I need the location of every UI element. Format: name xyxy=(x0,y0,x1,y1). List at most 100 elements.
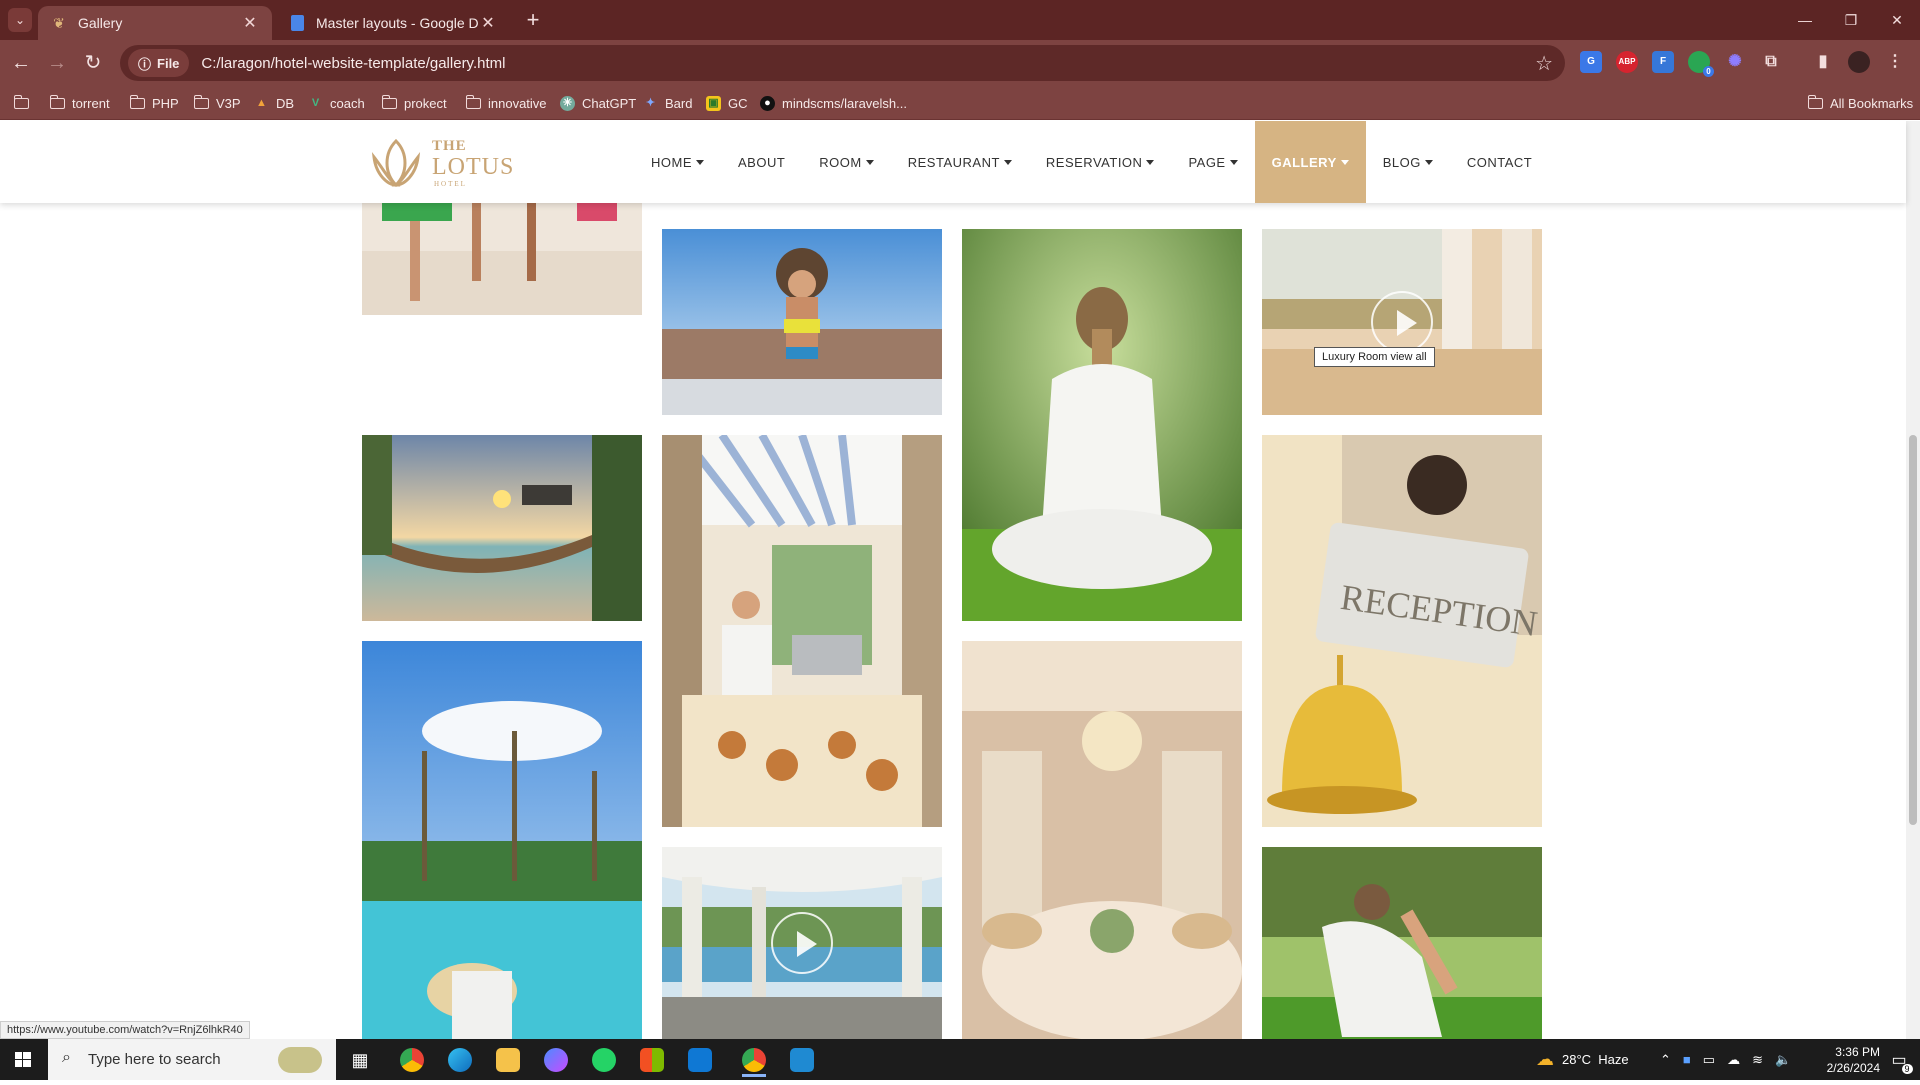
gallery-image-yoga-meditation[interactable] xyxy=(962,229,1242,621)
nav-page[interactable]: PAGE xyxy=(1171,121,1254,203)
scrollbar-thumb[interactable] xyxy=(1909,435,1917,825)
new-tab-button[interactable]: + xyxy=(520,8,546,34)
store-app[interactable] xyxy=(632,1043,672,1077)
bookmark-php[interactable]: PHP xyxy=(129,92,179,114)
bookmark-gc[interactable]: ▣ GC xyxy=(706,92,748,114)
close-tab-icon[interactable]: ✕ xyxy=(240,13,260,33)
logo-name: LOTUS xyxy=(432,154,515,180)
bookmark-db[interactable]: ▲ DB xyxy=(254,92,294,114)
app-tray-icon[interactable]: ▭ xyxy=(1703,1052,1715,1068)
caret-down-icon xyxy=(1229,159,1238,165)
caret-down-icon xyxy=(865,159,874,165)
apps-folder-icon[interactable] xyxy=(13,92,29,114)
task-view-button[interactable]: ▦ xyxy=(340,1043,380,1077)
folder-icon xyxy=(465,94,481,109)
extension-icon[interactable]: F xyxy=(1652,51,1674,73)
forward-button[interactable]: → xyxy=(42,48,72,78)
github-icon: ● xyxy=(760,95,775,111)
nav-room[interactable]: ROOM xyxy=(802,121,890,203)
search-placeholder: Type here to search xyxy=(88,1051,221,1068)
nav-reservation[interactable]: RESERVATION xyxy=(1029,121,1172,203)
whatsapp-icon xyxy=(592,1048,616,1072)
weather-widget[interactable]: ☁ 28°C Haze xyxy=(1536,1039,1629,1080)
bookmark-torrent[interactable]: torrent xyxy=(49,92,110,114)
gallery-image-chef-buffet[interactable] xyxy=(662,435,942,827)
nav-contact[interactable]: CONTACT xyxy=(1450,121,1549,203)
nav-blog[interactable]: BLOG xyxy=(1366,121,1450,203)
nav-label: CONTACT xyxy=(1466,154,1533,170)
all-bookmarks[interactable]: All Bookmarks xyxy=(1807,92,1913,114)
onedrive-icon[interactable]: ☁ xyxy=(1727,1052,1740,1068)
reload-button[interactable]: ↻ xyxy=(78,48,108,78)
clock[interactable]: 3:36 PM 2/26/2024 xyxy=(1826,1039,1880,1080)
lotus-favicon-icon: ❦ xyxy=(53,14,65,31)
gallery-image-banquet-hall[interactable] xyxy=(962,641,1242,1039)
mail-app[interactable] xyxy=(680,1043,720,1077)
close-tab-icon[interactable]: ✕ xyxy=(478,13,498,33)
translate-extension-icon[interactable]: G xyxy=(1580,51,1602,73)
gallery-image-hammock[interactable] xyxy=(362,435,642,621)
bookmark-chatgpt[interactable]: ✳ ChatGPT xyxy=(560,92,636,114)
nav-gallery[interactable]: GALLERY xyxy=(1254,121,1366,203)
gallery-image-gazebo-video[interactable] xyxy=(662,847,942,1039)
nav-home[interactable]: HOME xyxy=(634,121,721,203)
profile-avatar[interactable] xyxy=(1848,51,1870,73)
caret-down-icon xyxy=(696,159,704,165)
gallery-image-resort-pool[interactable] xyxy=(362,641,642,1039)
tab-gallery[interactable]: ❦ Gallery ✕ xyxy=(38,6,272,40)
minimize-button[interactable]: — xyxy=(1782,0,1828,40)
adblock-extension-icon[interactable]: ABP xyxy=(1616,51,1638,73)
file-explorer-app[interactable] xyxy=(488,1043,528,1077)
nav-restaurant[interactable]: RESTAURANT xyxy=(891,121,1029,203)
side-panel-icon[interactable]: ▮ xyxy=(1812,51,1834,73)
extensions-puzzle-icon[interactable]: ⧉ xyxy=(1760,51,1782,73)
bookmark-star-icon[interactable]: ☆ xyxy=(1535,51,1553,76)
bookmark-v3p[interactable]: V3P xyxy=(193,92,241,114)
bookmark-mindscms[interactable]: ● mindscms/laravelsh... xyxy=(760,92,907,114)
volume-icon[interactable]: 🔈 xyxy=(1775,1052,1791,1068)
bookmark-innovative[interactable]: innovative xyxy=(465,92,547,114)
tab-google-docs[interactable]: Master layouts - Google Docs ✕ xyxy=(276,6,510,40)
site-info-chip[interactable]: ⓘ File xyxy=(128,49,190,77)
app-tray-icon[interactable]: ■ xyxy=(1683,1052,1691,1067)
messenger-app[interactable] xyxy=(536,1043,576,1077)
chrome-app[interactable] xyxy=(392,1043,432,1077)
vscode-app[interactable] xyxy=(782,1043,822,1077)
page-scrollbar[interactable] xyxy=(1906,121,1920,1039)
address-bar[interactable]: ⓘ File C:/laragon/hotel-website-template… xyxy=(120,45,1565,81)
nav-label: HOME xyxy=(651,154,692,170)
gallery-image-reception-bell[interactable]: RECEPTION xyxy=(1262,435,1542,827)
site-logo[interactable]: THE LOTUS HOTEL xyxy=(366,135,516,191)
wifi-icon[interactable]: ≋ xyxy=(1752,1052,1763,1068)
play-video-icon[interactable] xyxy=(1371,291,1433,353)
whatsapp-app[interactable] xyxy=(584,1043,624,1077)
edge-app[interactable] xyxy=(440,1043,480,1077)
chevron-up-icon[interactable]: ⌃ xyxy=(1660,1052,1671,1068)
taskbar-search-box[interactable]: ⌕ Type here to search xyxy=(48,1039,336,1080)
nav-about[interactable]: ABOUT xyxy=(721,121,802,203)
restore-button[interactable]: ❐ xyxy=(1828,0,1874,40)
extension-icon[interactable]: 0 xyxy=(1688,51,1714,77)
play-video-icon[interactable] xyxy=(771,912,833,974)
chrome-app-active[interactable] xyxy=(734,1043,774,1077)
page-viewport: Luxury Room view all RECEPTION THE LOTUS… xyxy=(0,121,1920,1039)
tab-search-dropdown[interactable]: ⌄ xyxy=(8,8,32,32)
start-button[interactable] xyxy=(0,1039,46,1080)
close-window-button[interactable]: ✕ xyxy=(1874,0,1920,40)
folder-icon xyxy=(1807,94,1823,109)
extension-icon[interactable]: ✺ xyxy=(1724,51,1746,73)
gallery-image-beach-party[interactable] xyxy=(662,229,942,415)
bookmark-label: coach xyxy=(330,95,365,111)
browser-tab-strip: ⌄ ❦ Gallery ✕ Master layouts - Google Do… xyxy=(0,0,1920,40)
bookmark-bard[interactable]: ✦ Bard xyxy=(643,92,693,114)
nav-label: RESTAURANT xyxy=(907,154,1000,170)
bookmark-prokect[interactable]: prokect xyxy=(381,92,447,114)
notification-center-button[interactable]: ▭ 9 xyxy=(1884,1039,1914,1080)
back-button[interactable]: ← xyxy=(6,48,36,78)
gallery-image-luxury-room[interactable]: Luxury Room view all xyxy=(1262,229,1542,415)
store-icon xyxy=(640,1048,664,1072)
bookmark-coach[interactable]: Vcoach xyxy=(308,92,365,114)
menu-kebab-icon[interactable]: ⋮ xyxy=(1884,51,1906,73)
gallery-image-yoga-stretch[interactable] xyxy=(1262,847,1542,1039)
clock-time: 3:36 PM xyxy=(1835,1044,1880,1059)
